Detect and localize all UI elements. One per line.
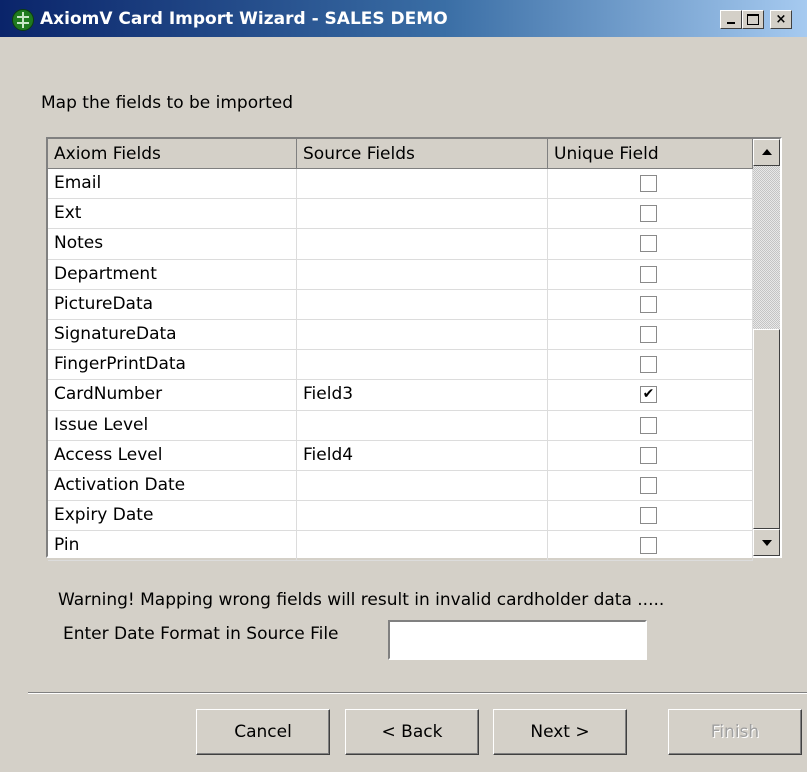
- table-row[interactable]: Pin: [48, 531, 753, 562]
- unique-field-checkbox[interactable]: [640, 325, 657, 343]
- unique-field-checkbox[interactable]: [640, 476, 657, 494]
- unique-field-cell: [548, 410, 753, 440]
- date-format-label: Enter Date Format in Source File: [63, 624, 339, 644]
- table-row[interactable]: Department: [48, 259, 753, 290]
- cancel-button[interactable]: Cancel: [196, 709, 330, 755]
- unique-field-checkbox[interactable]: [640, 265, 657, 283]
- source-field-cell[interactable]: [297, 229, 548, 259]
- source-field-cell[interactable]: Field3: [297, 380, 548, 410]
- import-wizard-window: AxiomV Card Import Wizard - SALES DEMO ×…: [0, 0, 807, 772]
- axiom-field-cell: Activation Date: [48, 470, 297, 501]
- vertical-scrollbar[interactable]: [753, 139, 780, 556]
- unique-field-cell: [548, 531, 753, 561]
- axiom-field-cell: Pin: [48, 531, 297, 561]
- source-field-cell[interactable]: [297, 531, 548, 561]
- window-title: AxiomV Card Import Wizard - SALES DEMO: [40, 9, 448, 29]
- axiom-field-cell: PictureData: [48, 289, 297, 319]
- unique-field-cell: [548, 289, 753, 319]
- close-button[interactable]: ×: [770, 10, 792, 29]
- source-field-cell[interactable]: [297, 259, 548, 289]
- unique-field-checkbox[interactable]: [640, 235, 657, 253]
- source-field-cell[interactable]: [297, 199, 548, 229]
- unique-field-cell: [548, 229, 753, 259]
- source-field-cell[interactable]: [297, 319, 548, 350]
- unique-field-checkbox[interactable]: [640, 507, 657, 525]
- next-button-label: Next >: [530, 722, 590, 742]
- source-field-cell[interactable]: [297, 501, 548, 531]
- table-row[interactable]: PictureData: [48, 289, 753, 320]
- table-row[interactable]: Issue Level: [48, 410, 753, 441]
- unique-field-checkbox[interactable]: [640, 446, 657, 464]
- column-header-unique-field[interactable]: Unique Field: [548, 139, 753, 169]
- maximize-button[interactable]: [742, 10, 764, 29]
- axiom-field-cell: Issue Level: [48, 410, 297, 440]
- field-mapping-grid[interactable]: Axiom Fields Source Fields Unique Field …: [46, 137, 782, 562]
- scroll-up-button[interactable]: [753, 139, 780, 166]
- unique-field-cell: ✔: [548, 380, 753, 410]
- arrow-down-icon: [762, 540, 772, 546]
- source-field-cell[interactable]: [297, 410, 548, 440]
- table-row[interactable]: Expiry Date: [48, 501, 753, 532]
- maximize-icon: [747, 14, 759, 25]
- grid-header: Axiom Fields Source Fields Unique Field: [48, 139, 753, 169]
- unique-field-checkbox[interactable]: [640, 175, 657, 192]
- unique-field-cell: [548, 350, 753, 380]
- unique-field-cell: [548, 470, 753, 501]
- unique-field-cell: [548, 440, 753, 470]
- table-row[interactable]: SignatureData: [48, 319, 753, 351]
- source-field-cell[interactable]: Field4: [297, 440, 548, 470]
- table-row[interactable]: CardNumber Field3 ✔: [48, 380, 753, 411]
- table-row[interactable]: Notes: [48, 229, 753, 260]
- source-field-cell[interactable]: [297, 169, 548, 199]
- unique-field-cell: [548, 259, 753, 289]
- unique-field-checkbox[interactable]: ✔: [640, 386, 657, 404]
- back-button-label: < Back: [381, 722, 443, 742]
- axiom-field-cell: Ext: [48, 199, 297, 229]
- table-row[interactable]: Activation Date: [48, 470, 753, 502]
- table-row[interactable]: FingerPrintData: [48, 350, 753, 381]
- axiom-field-cell: Email: [48, 169, 297, 199]
- axiom-field-cell: Access Level: [48, 440, 297, 470]
- axiom-field-cell: FingerPrintData: [48, 350, 297, 380]
- unique-field-checkbox[interactable]: [640, 205, 657, 223]
- arrow-up-icon: [762, 149, 772, 155]
- axiom-field-cell: SignatureData: [48, 319, 297, 350]
- unique-field-cell: [548, 501, 753, 531]
- unique-field-checkbox[interactable]: [640, 356, 657, 374]
- unique-field-cell: [548, 169, 753, 199]
- next-button[interactable]: Next >: [493, 709, 627, 755]
- column-header-axiom-fields[interactable]: Axiom Fields: [48, 139, 297, 169]
- axiom-field-cell: Expiry Date: [48, 501, 297, 531]
- warning-text: Warning! Mapping wrong fields will resul…: [58, 590, 665, 610]
- axiom-field-cell: CardNumber: [48, 380, 297, 410]
- close-icon: ×: [775, 12, 787, 27]
- minimize-icon: [727, 22, 735, 24]
- instruction-label: Map the fields to be imported: [41, 93, 294, 113]
- axiom-field-cell: Department: [48, 259, 297, 289]
- grid-rows: Email Ext Notes Department PictureData Signat…: [48, 169, 753, 562]
- unique-field-cell: [548, 319, 753, 350]
- unique-field-checkbox[interactable]: [640, 416, 657, 434]
- date-format-input[interactable]: [388, 620, 647, 660]
- scroll-down-button[interactable]: [753, 529, 780, 556]
- back-button[interactable]: < Back: [345, 709, 479, 755]
- button-separator: [28, 692, 807, 694]
- table-row[interactable]: Ext: [48, 199, 753, 230]
- unique-field-checkbox[interactable]: [640, 537, 657, 555]
- finish-button: Finish: [668, 709, 802, 755]
- source-field-cell[interactable]: [297, 289, 548, 319]
- table-row[interactable]: Email: [48, 169, 753, 200]
- title-bar[interactable]: AxiomV Card Import Wizard - SALES DEMO ×: [0, 0, 807, 37]
- source-field-cell[interactable]: [297, 350, 548, 380]
- source-field-cell[interactable]: [297, 470, 548, 501]
- column-header-source-fields[interactable]: Source Fields: [297, 139, 548, 169]
- table-row[interactable]: Access Level Field4: [48, 440, 753, 471]
- scroll-thumb[interactable]: [753, 329, 780, 529]
- unique-field-cell: [548, 199, 753, 229]
- axiom-field-cell: Notes: [48, 229, 297, 259]
- axiom-globe-icon: [12, 9, 34, 31]
- unique-field-checkbox[interactable]: [640, 295, 657, 313]
- minimize-button[interactable]: [720, 10, 742, 29]
